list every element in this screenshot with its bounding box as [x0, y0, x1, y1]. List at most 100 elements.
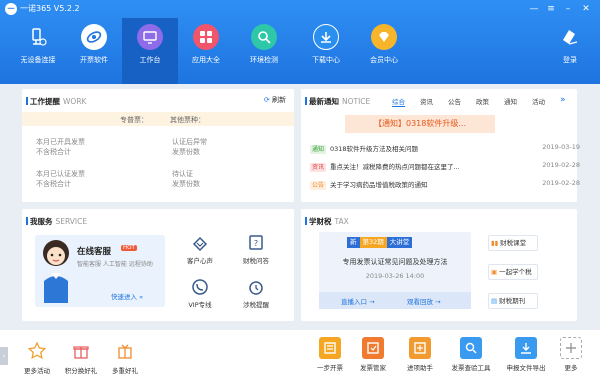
login-button[interactable]: 登录	[550, 22, 590, 72]
workbench-icon	[137, 24, 163, 50]
login-label: 登录	[563, 56, 577, 64]
list-item[interactable]: 公告 关于学习病药品增值税政策的通知 2019-02-28	[310, 179, 580, 191]
notice-tag: 公告	[310, 181, 327, 190]
watch-replay-link[interactable]: 观看回放 →	[407, 296, 441, 306]
collapse-left-icon[interactable]: ‹	[0, 347, 8, 365]
bottom-label: 更多活动	[24, 367, 50, 375]
tab-news[interactable]: 资讯	[420, 96, 433, 106]
nav-no-device[interactable]: 无设备连接	[10, 18, 66, 84]
list-item[interactable]: 资讯 重点关注！减税降费的热点问题都在这里了... 2019-02-28	[310, 161, 580, 173]
notice-banner[interactable]: 【通知】0318软件升级...	[345, 115, 495, 133]
online-service-card[interactable]: 在线客服 HOT 智能客服 人工智能 远程协助 快速进入 »	[35, 235, 165, 307]
tax-class-button[interactable]: ▮▮ 财税课堂	[488, 235, 538, 251]
link-label: 一起学个税	[499, 268, 532, 276]
panel-title: 我服务 SERVICE	[30, 217, 88, 226]
live-entry-link[interactable]: 直播入口 →	[341, 296, 375, 306]
lecture-subtitle: 专用发票认证常见问题及处理方法	[342, 258, 448, 266]
invoice-manager-button[interactable]: 发票管家	[353, 337, 393, 372]
bottom-label: 发票查验工具	[451, 364, 491, 372]
refresh-button[interactable]: ⟳ 刷新	[264, 95, 286, 105]
link-label: 财税课堂	[500, 239, 527, 247]
lecture-actions: 直播入口 → 观看回放 →	[319, 292, 471, 309]
list-item[interactable]: 通知 0318软件升级方法及相关问题 2019-03-19	[310, 143, 580, 155]
nav-vip[interactable]: 会员中心	[356, 18, 412, 84]
nav-label: 无设备连接	[20, 56, 56, 64]
journal-icon: ▤	[491, 297, 498, 305]
multi-gifts-button[interactable]: 多重好礼	[106, 340, 144, 375]
tax-reminder-button[interactable]: 涉税提醒	[236, 278, 276, 309]
export-icon	[515, 337, 537, 359]
customer-voice-button[interactable]: 客户心声	[180, 234, 220, 265]
bottom-label: 多重好礼	[112, 367, 138, 375]
tax-journal-button[interactable]: ▤ 财税期刊	[488, 293, 538, 309]
nav-workbench[interactable]: 工作台	[122, 18, 178, 84]
item-label: VIP专线	[188, 301, 212, 309]
nav-apps[interactable]: 应用大全	[178, 18, 234, 84]
notice-text: 重点关注！减税降费的热点问题都在这里了...	[330, 163, 460, 171]
work-item[interactable]: 认证后异常 发票份数	[172, 137, 207, 157]
invoice-icon	[319, 337, 341, 359]
work-header-row: 专普票： 其他票种：	[22, 112, 294, 126]
work-reminder-panel: 工作提醒 WORK ⟳ 刷新 专普票： 其他票种： 本月已开具发票 不含税合计 认证…	[22, 89, 294, 202]
minimize-icon[interactable]: —	[527, 2, 541, 16]
apps-icon	[193, 24, 219, 50]
more-activities-button[interactable]: 更多活动	[18, 340, 56, 375]
title-bar: 一 一诺365 V5.2.2 — ≡ – ✕	[0, 0, 600, 18]
work-item[interactable]: 本月已开具发票 不含税合计	[36, 137, 85, 157]
more-tools-button[interactable]: 更多	[556, 337, 586, 372]
input-assistant-button[interactable]: 进项助手	[400, 337, 440, 372]
col-label-other: 其他票种：	[170, 116, 205, 124]
nav-env-check[interactable]: 环境检测	[236, 18, 292, 84]
work-item[interactable]: 待认证 发票份数	[172, 169, 200, 189]
alarm-icon	[246, 278, 266, 296]
col-label-special: 专普票：	[120, 116, 148, 124]
lecture-date: 2019-03-26 14:00	[365, 272, 425, 280]
notice-text: 关于学习病药品增值税政策的通知	[330, 181, 428, 189]
learn-income-tax-button[interactable]: ▣ 一起学个税	[488, 264, 538, 280]
svg-text:?: ?	[254, 239, 258, 248]
one-step-invoice-button[interactable]: 一步开票	[310, 337, 350, 372]
check-tool-icon	[460, 337, 482, 359]
notice-tag: 通知	[310, 145, 327, 154]
notice-text: 0318软件升级方法及相关问题	[330, 145, 419, 153]
pin-icon[interactable]: –	[561, 2, 575, 16]
close-icon[interactable]: ✕	[579, 2, 593, 16]
tab-all[interactable]: 综合	[392, 96, 405, 107]
panel-accent	[26, 97, 28, 105]
invoice-check-tool-button[interactable]: 发票查验工具	[442, 337, 500, 372]
present-icon	[114, 340, 136, 362]
tax-qa-button[interactable]: ? 财税问答	[236, 234, 276, 265]
plus-icon	[560, 337, 582, 359]
notice-date: 2019-03-19	[542, 143, 580, 151]
bottom-label: 更多	[564, 364, 578, 372]
customer-service-avatar	[39, 237, 73, 303]
notice-date: 2019-02-28	[542, 161, 580, 169]
tabs-next-icon[interactable]: »	[560, 95, 566, 105]
nav-download[interactable]: 下载中心	[298, 18, 354, 84]
qa-icon: ?	[246, 234, 266, 252]
export-declaration-button[interactable]: 申报文件导出	[500, 337, 552, 372]
menu-icon[interactable]: ≡	[544, 2, 558, 16]
tax-lecture-card[interactable]: 新第32期 大讲堂 专用发票认证常见问题及处理方法 2019-03-26 14:0…	[319, 232, 471, 309]
hot-badge: HOT	[121, 245, 137, 251]
item-label: 财税问答	[243, 257, 269, 265]
tab-announcement[interactable]: 公告	[448, 96, 461, 106]
tab-notice[interactable]: 通知	[504, 96, 517, 106]
nav-label: 应用大全	[192, 56, 220, 64]
env-check-icon	[251, 24, 277, 50]
online-service-title: 在线客服	[77, 247, 112, 257]
quick-enter-link[interactable]: 快速进入 »	[111, 291, 143, 301]
refresh-icon: ⟳	[263, 96, 270, 104]
bottom-label: 积分换好礼	[64, 367, 98, 375]
points-exchange-button[interactable]: 积分换好礼	[60, 340, 102, 375]
tab-activity[interactable]: 活动	[532, 96, 545, 106]
assistant-icon	[409, 337, 431, 359]
work-item[interactable]: 本月已认证发票 不含税合计	[36, 169, 85, 189]
invoice-software-icon	[81, 24, 107, 50]
tab-policy[interactable]: 政策	[476, 96, 489, 106]
nav-invoice-software[interactable]: 开票软件	[66, 18, 122, 84]
panel-title: 学财税 TAX	[309, 217, 349, 226]
vip-line-button[interactable]: VIP专线	[180, 278, 220, 309]
panel-title: 最新通知 NOTICE	[309, 97, 371, 106]
bottom-label: 一步开票	[317, 364, 343, 372]
